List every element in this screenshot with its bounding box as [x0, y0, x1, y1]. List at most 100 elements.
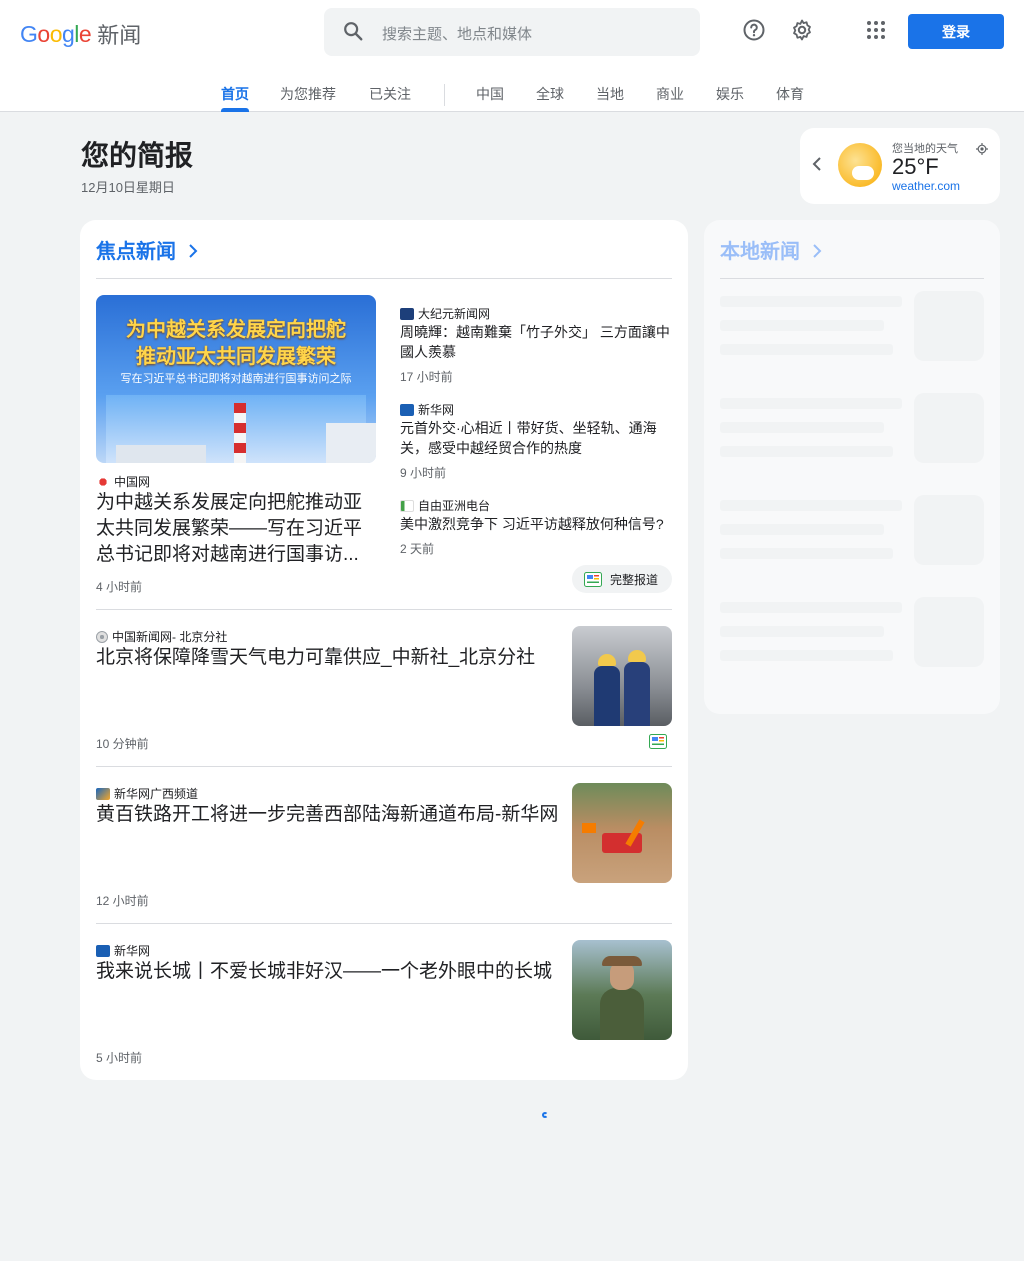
story-thumbnail-3[interactable]: [572, 940, 672, 1040]
loading-thumbnail-placeholder: [914, 495, 984, 565]
loading-placeholder: [720, 422, 884, 433]
logo-news-text: 新闻: [97, 23, 142, 48]
chevron-right-icon: [812, 244, 821, 258]
lead-source[interactable]: 中国网: [96, 473, 150, 490]
story-thumbnail-2[interactable]: [572, 783, 672, 883]
lead-story-image[interactable]: 为中越关系发展定向把舵 推动亚太共同发展繁荣 写在习近平总书记即将对越南进行国事…: [96, 295, 376, 463]
lead-time: 4 小时前: [96, 580, 143, 594]
active-tab-indicator: [221, 108, 249, 112]
chevron-left-icon[interactable]: [812, 157, 822, 176]
source-logo-icon: [96, 475, 110, 488]
top-stories-heading[interactable]: 焦点新闻: [96, 235, 198, 264]
weather-widget[interactable]: 您当地的天气 25°F weather.com: [800, 128, 1000, 204]
loading-placeholder: [720, 296, 902, 307]
loading-thumbnail-placeholder: [914, 393, 984, 463]
weather-temperature: 25°F: [892, 154, 939, 179]
full-coverage-icon[interactable]: [649, 734, 667, 749]
tab-world[interactable]: 全球: [536, 84, 564, 104]
search-input[interactable]: 搜索主题、地点和媒体: [382, 23, 532, 44]
local-news-title[interactable]: 本地新闻: [720, 241, 800, 263]
story-headline-1[interactable]: 北京将保障降雪天气电力可靠供应_中新社_北京分社: [96, 645, 560, 671]
divider: [96, 923, 672, 924]
story-time-1: 10 分钟前: [96, 737, 149, 751]
chimney-graphic: [234, 403, 246, 463]
loading-placeholder: [720, 626, 884, 637]
source-logo-icon: [96, 944, 110, 957]
related-source-3[interactable]: 自由亚洲电台: [400, 497, 490, 514]
divider: [96, 278, 672, 279]
related-source-2[interactable]: 新华网: [400, 401, 454, 418]
source-logo-icon: [96, 630, 108, 643]
section-nav: 首页 为您推荐 已关注 中国 全球 当地 商业 娱乐 体育: [0, 84, 1024, 112]
building-graphic: [116, 445, 206, 463]
loading-placeholder: [720, 500, 902, 511]
full-coverage-button[interactable]: 完整报道: [572, 565, 672, 593]
top-stories-title[interactable]: 焦点新闻: [96, 241, 176, 263]
story-source-2[interactable]: 新华网广西频道: [96, 785, 198, 802]
loading-placeholder: [720, 602, 902, 613]
settings-icon[interactable]: [788, 16, 816, 44]
divider: [96, 766, 672, 767]
apps-icon[interactable]: [862, 16, 890, 44]
related-time-3: 2 天前: [400, 542, 435, 556]
chevron-right-icon: [188, 244, 197, 258]
sunny-weather-icon: [838, 143, 882, 187]
source-logo-icon: [400, 403, 414, 416]
related-headline-1[interactable]: 周曉輝：越南難棄「竹子外交」 三方面讓中國人羨慕: [400, 322, 672, 362]
building-graphic: [326, 423, 376, 463]
full-coverage-icon: [584, 571, 602, 587]
lead-image-text-2: 推动亚太共同发展繁荣: [136, 346, 336, 368]
nav-divider: [444, 84, 445, 106]
divider: [720, 278, 984, 279]
loading-placeholder: [720, 524, 884, 535]
story-time-3: 5 小时前: [96, 1051, 143, 1065]
related-source-1[interactable]: 大纪元新闻网: [400, 305, 490, 322]
lead-image-text-1: 为中越关系发展定向把舵: [126, 319, 346, 341]
source-logo-icon: [400, 307, 414, 320]
related-headline-2[interactable]: 元首外交·心相近丨带好货、坐轻轨、通海关，感受中越经贸合作的热度: [400, 418, 672, 458]
loading-placeholder: [720, 548, 893, 559]
story-source-1[interactable]: 中国新闻网- 北京分社: [96, 628, 227, 645]
story-headline-2[interactable]: 黄百铁路开工将进一步完善西部陆海新通道布局-新华网: [96, 802, 560, 828]
app-header: Google 新闻 搜索主题、地点和媒体 登录 首页 为您推荐 已关注 中国 全…: [0, 0, 1024, 112]
tab-business[interactable]: 商业: [656, 84, 684, 104]
help-icon[interactable]: [740, 16, 768, 44]
loading-placeholder: [720, 446, 893, 457]
search-box[interactable]: 搜索主题、地点和媒体: [324, 8, 700, 56]
loading-thumbnail-placeholder: [914, 291, 984, 361]
loading-placeholder: [720, 344, 893, 355]
login-button[interactable]: 登录: [908, 14, 1004, 49]
story-time-2: 12 小时前: [96, 894, 149, 908]
lead-headline[interactable]: 为中越关系发展定向把舵推动亚太共同发展繁荣——写在习近平总书记即将对越南进行国事…: [96, 490, 380, 568]
search-icon[interactable]: [342, 20, 364, 47]
tab-entertainment[interactable]: 娱乐: [716, 84, 744, 104]
loading-thumbnail-placeholder: [914, 597, 984, 667]
tab-sports[interactable]: 体育: [776, 84, 804, 104]
tab-for-you[interactable]: 为您推荐: [280, 84, 336, 104]
related-time-1: 17 小时前: [400, 370, 453, 384]
source-logo-icon: [400, 499, 414, 512]
tab-local[interactable]: 当地: [596, 84, 624, 104]
loading-placeholder: [720, 320, 884, 331]
loading-placeholder: [720, 398, 902, 409]
google-wordmark: Google: [20, 20, 92, 47]
source-logo-icon: [96, 787, 110, 800]
page-title: 您的简报: [81, 140, 194, 171]
story-headline-3[interactable]: 我来说长城丨不爱长城非好汉——一个老外眼中的长城: [96, 959, 560, 985]
location-icon[interactable]: [976, 142, 988, 160]
google-news-logo[interactable]: Google 新闻: [20, 18, 141, 50]
tab-following[interactable]: 已关注: [369, 84, 411, 104]
related-time-2: 9 小时前: [400, 466, 447, 480]
loading-placeholder: [720, 650, 893, 661]
tab-home[interactable]: 首页: [221, 84, 249, 104]
divider: [96, 609, 672, 610]
story-source-3[interactable]: 新华网: [96, 942, 150, 959]
briefing-date: 12月10日星期日: [81, 180, 175, 195]
loading-spinner-icon: [542, 1112, 548, 1118]
local-news-heading[interactable]: 本地新闻: [720, 235, 822, 264]
lead-image-text-3: 写在习近平总书记即将对越南进行国事访问之际: [120, 373, 352, 385]
story-thumbnail-1[interactable]: [572, 626, 672, 726]
tab-china[interactable]: 中国: [476, 84, 504, 104]
weather-source-link[interactable]: weather.com: [892, 179, 960, 193]
related-headline-3[interactable]: 美中激烈竞争下 习近平访越释放何种信号?: [400, 514, 672, 534]
